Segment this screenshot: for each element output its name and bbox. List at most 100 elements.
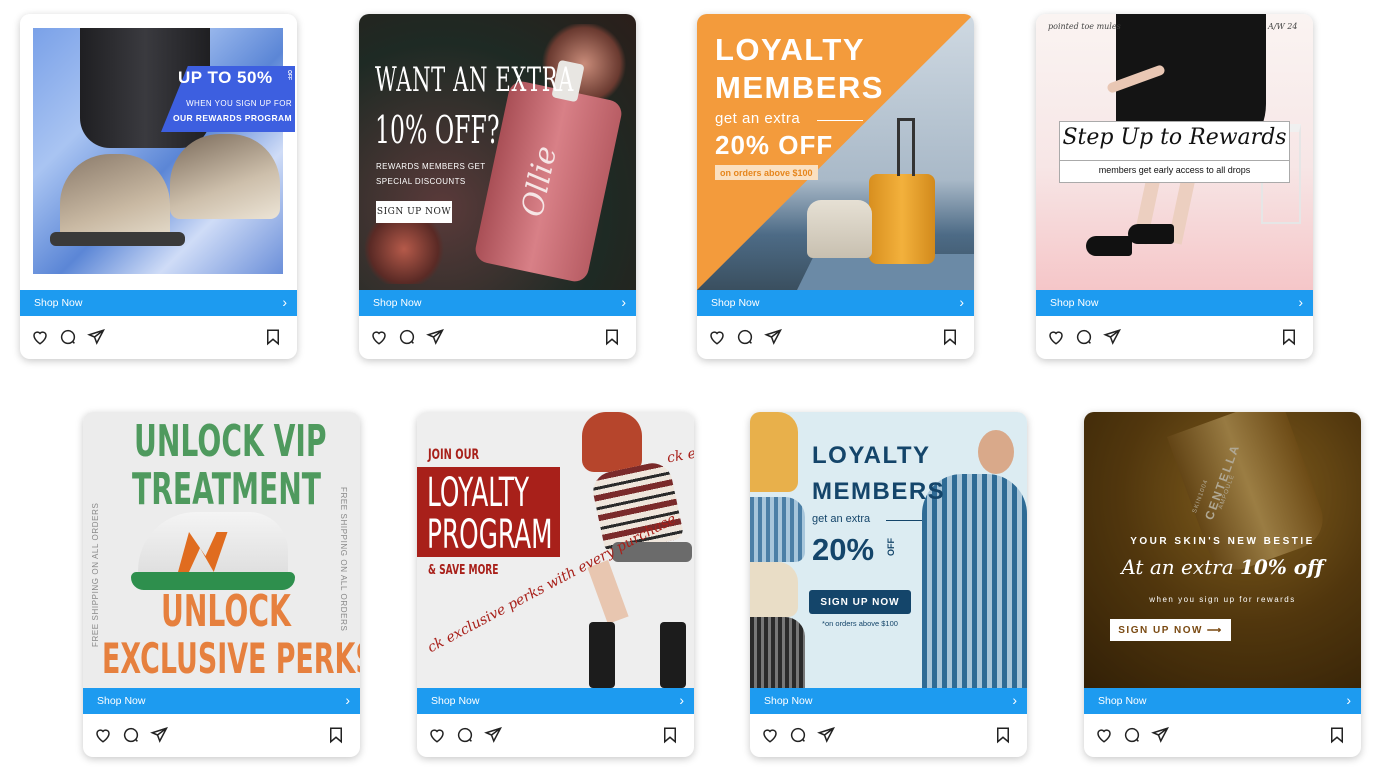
send-icon[interactable]	[817, 726, 835, 744]
bookmark-icon[interactable]	[264, 328, 282, 346]
chevron-right-icon: ›	[679, 692, 684, 708]
headline-line2: TREATMENT	[132, 464, 321, 515]
comment-icon[interactable]	[122, 726, 140, 744]
heart-icon[interactable]	[1047, 328, 1065, 346]
chevron-right-icon: ›	[282, 294, 287, 310]
shop-now-label: Shop Now	[97, 695, 146, 707]
shop-now-bar[interactable]: Shop Now ›	[750, 688, 1027, 714]
send-icon[interactable]	[1151, 726, 1169, 744]
comment-icon[interactable]	[398, 328, 416, 346]
shop-now-label: Shop Now	[764, 695, 813, 707]
sub-line: when you sign up for rewards	[1149, 595, 1296, 604]
shop-now-bar[interactable]: Shop Now ›	[417, 688, 694, 714]
sign-up-button[interactable]: SIGN UP NOW	[809, 590, 911, 614]
ad-image-vip-sneaker[interactable]: UNLOCK VIP TREATMENT FREE SHIPPING ON AL…	[83, 412, 360, 688]
bookmark-icon[interactable]	[994, 726, 1012, 744]
shop-now-bar[interactable]: Shop Now ›	[1036, 290, 1313, 316]
sign-up-button[interactable]: SIGN UP NOW	[376, 201, 452, 223]
heart-icon[interactable]	[708, 328, 726, 346]
ad-image-loyalty-program[interactable]: JOIN OUR LOYALTY PROGRAM & SAVE MORE ck …	[417, 412, 694, 688]
headline-line2: 10% OFF?	[375, 108, 500, 152]
post-actions	[1084, 714, 1361, 757]
rose-decor	[359, 214, 449, 284]
ad-image-ampoule[interactable]: SKIN1004 CENTELLA AMPOULE YOUR SKIN'S NE…	[1084, 412, 1361, 688]
headline-line1: WANT AN EXTRA	[375, 60, 575, 100]
send-icon[interactable]	[764, 328, 782, 346]
post-actions	[20, 316, 297, 359]
send-icon[interactable]	[87, 328, 105, 346]
red-hair	[582, 412, 642, 472]
promo-headline-suffix: OFF	[286, 70, 292, 80]
shop-now-bar[interactable]: Shop Now ›	[1084, 688, 1361, 714]
ad-image-mules[interactable]: pointed toe mules A/W 24 Step Up to Rewa…	[1036, 14, 1313, 290]
heart-icon[interactable]	[94, 726, 112, 744]
send-icon[interactable]	[484, 726, 502, 744]
offer-note: on orders above $100	[715, 165, 818, 180]
ad-image-luggage[interactable]: LOYALTY MEMBERS get an extra 20% OFF on …	[697, 14, 974, 290]
post-actions	[1036, 316, 1313, 359]
model-head	[978, 430, 1014, 474]
corner-left-text: pointed toe mules	[1048, 22, 1121, 31]
bookmark-icon[interactable]	[1280, 328, 1298, 346]
heart-icon[interactable]	[1095, 726, 1113, 744]
headline-line2: PROGRAM	[427, 512, 553, 558]
heart-icon[interactable]	[761, 726, 779, 744]
bookmark-icon[interactable]	[327, 726, 345, 744]
post-actions	[750, 714, 1027, 757]
ad-card-8: SKIN1004 CENTELLA AMPOULE YOUR SKIN'S NE…	[1084, 412, 1361, 757]
offer-note: *on orders above $100	[822, 619, 898, 628]
chevron-right-icon: ›	[1012, 692, 1017, 708]
bookmark-icon[interactable]	[603, 328, 621, 346]
sign-up-button[interactable]: SIGN UP NOW ⟶	[1110, 619, 1231, 641]
shirt-black	[750, 617, 805, 688]
suitcase-handle	[897, 118, 915, 176]
post-actions	[417, 714, 694, 757]
sub-line2: SPECIAL DISCOUNTS	[376, 177, 466, 186]
ad-image-shirts[interactable]: LOYALTY MEMBERS get an extra 20% OFF SIG…	[750, 412, 1027, 688]
promo-line1: WHEN YOU SIGN UP FOR	[186, 99, 292, 108]
comment-icon[interactable]	[59, 328, 77, 346]
post-actions	[359, 316, 636, 359]
offer: 20% OFF	[715, 130, 834, 160]
ad-image-bottle[interactable]: Ollie WANT AN EXTRA 10% OFF? REWARDS MEM…	[359, 14, 636, 290]
chevron-right-icon: ›	[959, 294, 964, 310]
ad-card-2: Ollie WANT AN EXTRA 10% OFF? REWARDS MEM…	[359, 14, 636, 359]
send-icon[interactable]	[150, 726, 168, 744]
shop-now-bar[interactable]: Shop Now ›	[697, 290, 974, 316]
heart-icon[interactable]	[370, 328, 388, 346]
sub-line: members get early access to all drops	[1098, 165, 1251, 175]
shop-now-bar[interactable]: Shop Now ›	[83, 688, 360, 714]
headline-text: At an extra	[1121, 555, 1234, 579]
headline-line3: UNLOCK	[161, 586, 291, 637]
post-text: & SAVE MORE	[428, 563, 499, 578]
send-icon[interactable]	[426, 328, 444, 346]
shop-now-label: Shop Now	[373, 297, 422, 309]
comment-icon[interactable]	[789, 726, 807, 744]
offer-suffix: OFF	[886, 538, 896, 556]
comment-icon[interactable]	[736, 328, 754, 346]
send-icon[interactable]	[1103, 328, 1121, 346]
sign-up-label: SIGN UP NOW	[1118, 624, 1203, 636]
arrow-right-icon: ⟶	[1206, 624, 1223, 636]
bookmark-icon[interactable]	[1328, 726, 1346, 744]
bookmark-icon[interactable]	[941, 328, 959, 346]
comment-icon[interactable]	[456, 726, 474, 744]
mule-left	[1086, 236, 1132, 256]
bookmark-icon[interactable]	[661, 726, 679, 744]
heart-icon[interactable]	[428, 726, 446, 744]
ad-image-sneakers[interactable]: UP TO 50% OFF WHEN YOU SIGN UP FOR OUR R…	[20, 14, 297, 290]
headline-highlight: 10% off	[1239, 555, 1324, 579]
comment-icon[interactable]	[1075, 328, 1093, 346]
post-actions	[83, 714, 360, 757]
boot-right	[660, 622, 686, 688]
headline-line4: EXCLUSIVE PERKS	[102, 634, 360, 683]
shop-now-bar[interactable]: Shop Now ›	[359, 290, 636, 316]
headline: At an extra 10% off	[1084, 555, 1361, 579]
shirt-blue	[750, 497, 805, 562]
heart-icon[interactable]	[31, 328, 49, 346]
ad-card-3: LOYALTY MEMBERS get an extra 20% OFF on …	[697, 14, 974, 359]
shop-now-bar[interactable]: Shop Now ›	[20, 290, 297, 316]
shop-now-label: Shop Now	[1098, 695, 1147, 707]
comment-icon[interactable]	[1123, 726, 1141, 744]
curved-text-top: ck e	[665, 445, 694, 467]
